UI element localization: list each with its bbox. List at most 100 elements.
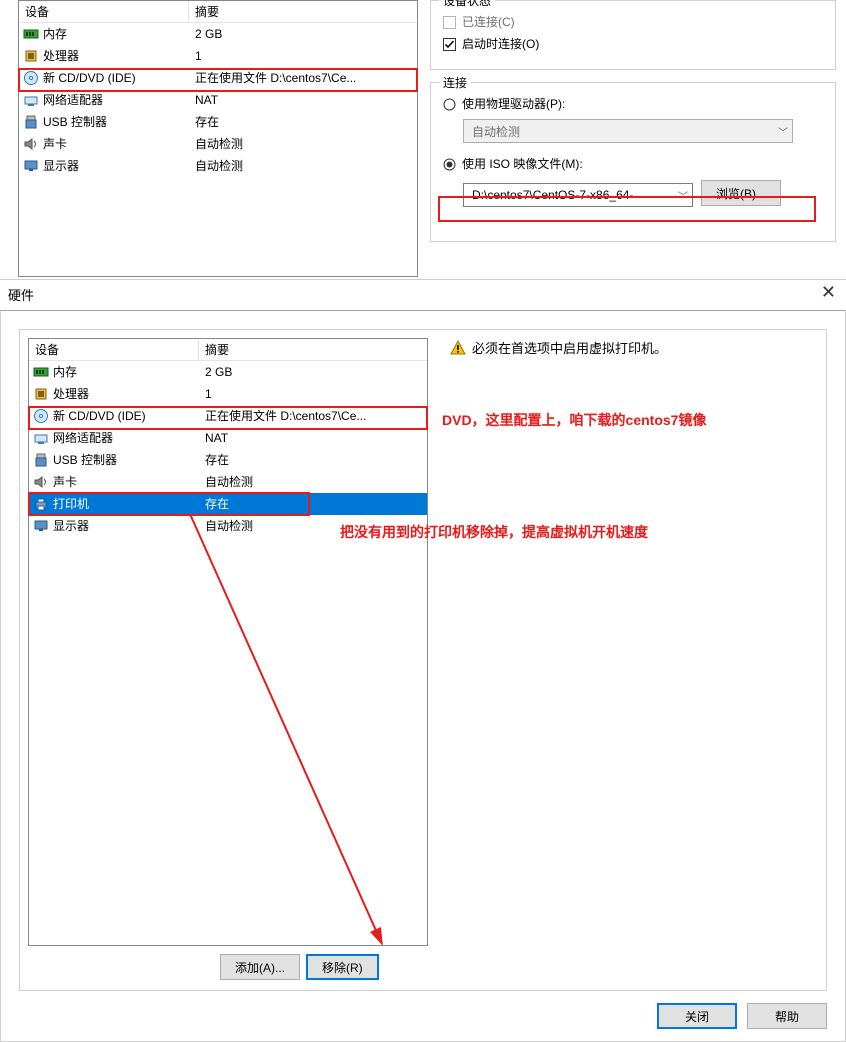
device-summary: 自动检测 <box>189 133 417 155</box>
device-summary: NAT <box>199 427 427 449</box>
device-row[interactable]: 网络适配器 NAT <box>19 89 417 111</box>
sound-icon <box>33 474 49 490</box>
memory-icon <box>23 26 39 42</box>
device-summary: 自动检测 <box>199 471 427 493</box>
device-row[interactable]: 新 CD/DVD (IDE) 正在使用文件 D:\centos7\Ce... <box>29 405 427 427</box>
group-title-status: 设备状态 <box>439 0 495 9</box>
device-row[interactable]: 处理器 1 <box>19 45 417 67</box>
network-icon <box>33 430 49 446</box>
physical-drive-radio[interactable]: 使用物理驱动器(P): <box>443 93 823 115</box>
device-row[interactable]: 打印机 存在 <box>29 493 427 515</box>
device-row[interactable]: 内存2 GB <box>29 361 427 383</box>
device-row[interactable]: USB 控制器 存在 <box>29 449 427 471</box>
device-summary: 1 <box>199 383 427 405</box>
display-icon <box>23 158 39 174</box>
cpu-icon <box>23 48 39 64</box>
device-name: 显示器 <box>53 515 89 537</box>
physical-drive-combo: 自动检测 ﹀ <box>463 119 793 143</box>
device-name: 处理器 <box>53 383 89 405</box>
device-name: 网络适配器 <box>43 89 103 111</box>
device-summary: NAT <box>189 89 417 111</box>
device-row[interactable]: 处理器 1 <box>29 383 427 405</box>
iso-radio[interactable]: 使用 ISO 映像文件(M): <box>443 153 823 175</box>
iso-label: 使用 ISO 映像文件(M): <box>462 153 583 175</box>
device-name: 内存 <box>43 23 67 45</box>
chevron-down-icon: ﹀ <box>778 124 788 139</box>
device-row[interactable]: 显示器 自动检测 <box>19 155 417 177</box>
connected-checkbox-row[interactable]: 已连接(C) <box>443 11 823 33</box>
physical-drive-label: 使用物理驱动器(P): <box>462 93 565 115</box>
col-device[interactable]: 设备 <box>19 1 189 22</box>
add-button[interactable]: 添加(A)... <box>220 954 300 980</box>
list-header: 设备 摘要 <box>19 1 417 23</box>
device-name: 打印机 <box>53 493 89 515</box>
device-name: 新 CD/DVD (IDE) <box>43 67 136 89</box>
device-name: 新 CD/DVD (IDE) <box>53 405 146 427</box>
close-button[interactable]: 关闭 <box>657 1003 737 1029</box>
device-name: 内存 <box>53 361 77 383</box>
cpu-icon <box>33 386 49 402</box>
dialog-inner: 设备 摘要 内存2 GB处理器 1 新 CD/DVD (IDE) 正在使用文件 D:\… <box>19 329 827 991</box>
network-icon <box>23 92 39 108</box>
device-summary: 存在 <box>199 449 427 471</box>
chevron-down-icon[interactable]: ﹀ <box>678 188 688 203</box>
device-name: USB 控制器 <box>53 449 117 471</box>
device-name: 声卡 <box>53 471 77 493</box>
browse-button[interactable]: 浏览(B)... <box>701 180 781 206</box>
help-button[interactable]: 帮助 <box>747 1003 827 1029</box>
close-icon[interactable]: ✕ <box>821 282 836 303</box>
device-status-group: 设备状态 已连接(C) 启动时连接(O) <box>430 0 836 70</box>
connection-group: 连接 使用物理驱动器(P): 自动检测 ﹀ 使用 ISO 映像文件(M): D:… <box>430 82 836 242</box>
device-row[interactable]: 声卡 自动检测 <box>19 133 417 155</box>
iso-path-combo[interactable]: D:\centos7\CentOS-7-x86_64- ﹀ <box>463 183 693 207</box>
warning-icon <box>450 340 466 356</box>
col-device[interactable]: 设备 <box>29 339 199 360</box>
remove-button[interactable]: 移除(R) <box>306 954 379 980</box>
device-name: 显示器 <box>43 155 79 177</box>
printer-icon <box>33 496 49 512</box>
hardware-dialog: 设备 摘要 内存2 GB处理器 1 新 CD/DVD (IDE) 正在使用文件 D:\… <box>0 310 846 1042</box>
sound-icon <box>23 136 39 152</box>
device-summary: 正在使用文件 D:\centos7\Ce... <box>199 405 427 427</box>
device-row[interactable]: 声卡 自动检测 <box>29 471 427 493</box>
device-list-top[interactable]: 设备 摘要 内存 2 GB 处理器 1 新 CD/DVD (IDE) 正在使用文件 D:\… <box>18 0 418 277</box>
cd-icon <box>33 408 49 424</box>
device-name: 处理器 <box>43 45 79 67</box>
col-summary[interactable]: 摘要 <box>199 339 427 360</box>
group-title-connection: 连接 <box>439 74 471 91</box>
device-summary: 自动检测 <box>189 155 417 177</box>
device-name: USB 控制器 <box>43 111 107 133</box>
iso-path-value: D:\centos7\CentOS-7-x86_64- <box>472 188 633 202</box>
hardware-tab-label[interactable]: 硬件 <box>8 285 34 304</box>
annotation-dvd: DVD，这里配置上，咱下载的centos7镜像 <box>442 410 706 430</box>
device-summary: 存在 <box>199 493 427 515</box>
device-summary: 正在使用文件 D:\centos7\Ce... <box>189 67 417 89</box>
right-settings-panel: 设备状态 已连接(C) 启动时连接(O) 连接 使用物理驱动器(P): <box>430 0 836 277</box>
device-name: 声卡 <box>43 133 67 155</box>
top-panel: 设备 摘要 内存 2 GB 处理器 1 新 CD/DVD (IDE) 正在使用文件 D:\… <box>0 0 846 280</box>
memory-icon <box>33 364 49 380</box>
display-icon <box>33 518 49 534</box>
col-summary[interactable]: 摘要 <box>189 1 417 22</box>
usb-icon <box>33 452 49 468</box>
cd-icon <box>23 70 39 86</box>
checkbox-unchecked-icon <box>443 16 456 29</box>
device-list-bottom[interactable]: 设备 摘要 内存2 GB处理器 1 新 CD/DVD (IDE) 正在使用文件 D:\… <box>28 338 428 946</box>
device-name: 网络适配器 <box>53 427 113 449</box>
printer-warning: 必须在首选项中启用虚拟打印机。 <box>450 338 667 357</box>
radio-unchecked-icon <box>443 98 456 111</box>
connect-on-start-row[interactable]: 启动时连接(O) <box>443 33 823 55</box>
device-summary: 1 <box>189 45 417 67</box>
device-row[interactable]: 内存 2 GB <box>19 23 417 45</box>
device-summary: 2 GB <box>189 23 417 45</box>
device-row[interactable]: USB 控制器 存在 <box>19 111 417 133</box>
device-row[interactable]: 新 CD/DVD (IDE) 正在使用文件 D:\centos7\Ce... <box>19 67 417 89</box>
warning-text: 必须在首选项中启用虚拟打印机。 <box>472 338 667 357</box>
radio-checked-icon <box>443 158 456 171</box>
device-row[interactable]: 网络适配器 NAT <box>29 427 427 449</box>
device-summary: 存在 <box>189 111 417 133</box>
list-header: 设备 摘要 <box>29 339 427 361</box>
annotation-printer: 把没有用到的打印机移除掉，提高虚拟机开机速度 <box>340 522 648 542</box>
connect-on-start-label: 启动时连接(O) <box>462 33 539 55</box>
checkbox-checked-icon <box>443 38 456 51</box>
